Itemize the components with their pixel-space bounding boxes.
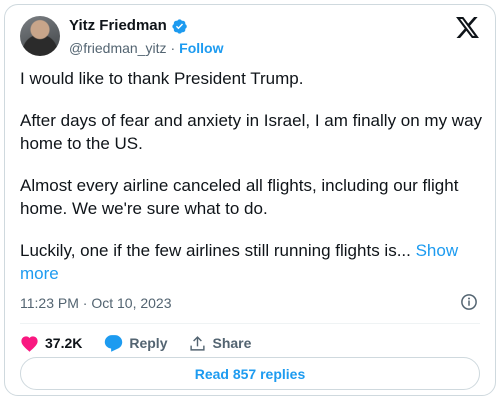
share-button[interactable]: Share <box>189 335 251 352</box>
reply-button[interactable]: Reply <box>104 334 167 352</box>
author-name[interactable]: Yitz Friedman <box>69 17 167 35</box>
action-bar: 37.2K Reply Share <box>20 331 273 355</box>
share-label: Share <box>212 335 252 351</box>
heart-icon <box>21 335 38 352</box>
tweet-paragraph: Almost every airline canceled all flight… <box>20 176 459 218</box>
tweet-card: Yitz Friedman @friedman_yitz · Follow I … <box>4 4 496 396</box>
tweet-last-text: Luckily, one if the few airlines still r… <box>20 241 411 260</box>
handle-row: @friedman_yitz · Follow <box>69 39 223 57</box>
tweet-paragraph-last: Luckily, one if the few airlines still r… <box>20 239 490 285</box>
avatar[interactable] <box>20 16 60 56</box>
share-icon <box>190 335 206 351</box>
read-replies-button[interactable]: Read 857 replies <box>20 357 480 390</box>
follow-button[interactable]: Follow <box>179 39 223 57</box>
likes-count: 37.2K <box>45 335 83 351</box>
info-icon[interactable] <box>460 293 478 311</box>
tweet-text: I would like to thank President Trump. A… <box>20 67 490 304</box>
author-handle[interactable]: @friedman_yitz <box>69 39 166 57</box>
timestamp[interactable]: 11:23 PM · Oct 10, 2023 <box>20 295 172 311</box>
author-name-row: Yitz Friedman <box>69 17 188 35</box>
divider <box>20 323 480 324</box>
reply-icon <box>105 335 123 352</box>
like-button[interactable]: 37.2K <box>20 335 82 352</box>
separator-dot: · <box>170 40 176 56</box>
tweet-paragraph: I would like to thank President Trump. <box>20 69 304 88</box>
verified-badge-icon <box>172 18 187 34</box>
reply-label: Reply <box>129 335 168 351</box>
x-logo-icon[interactable] <box>456 17 479 38</box>
tweet-paragraph: After days of fear and anxiety in Israel… <box>20 111 483 153</box>
